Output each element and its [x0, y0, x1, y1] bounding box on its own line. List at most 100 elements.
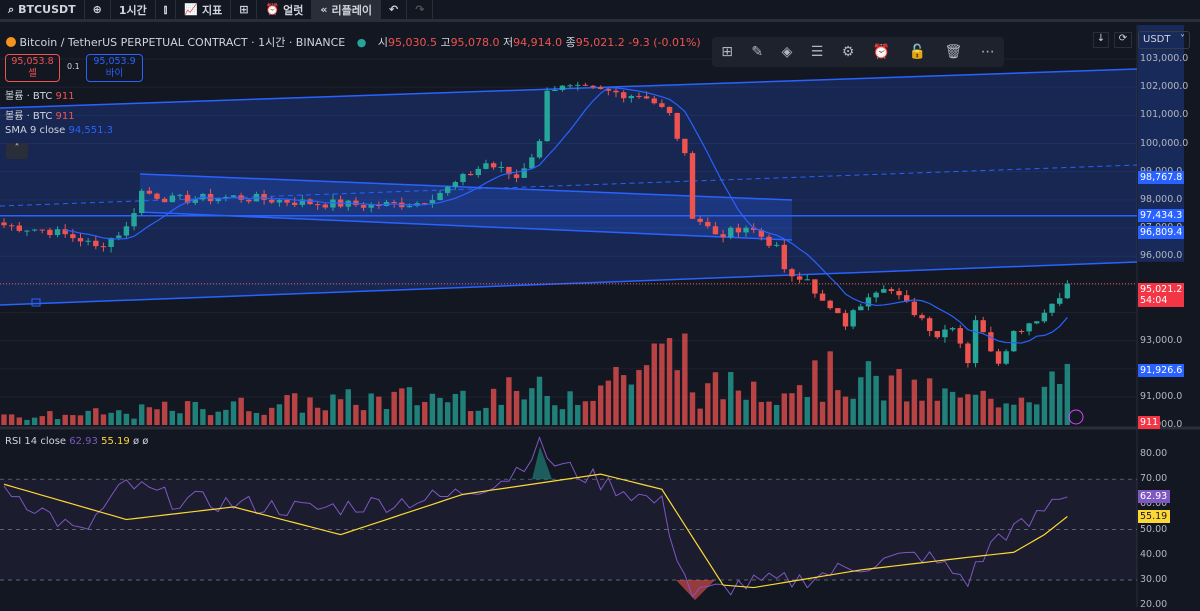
- candle: [643, 96, 650, 99]
- volume-bar: [31, 417, 38, 425]
- alert-button[interactable]: ⏰ 얼럿: [257, 0, 313, 21]
- candle: [858, 306, 864, 311]
- volume-bar: [230, 401, 237, 425]
- volume-bar: [796, 385, 803, 425]
- sell-label: 셀: [28, 68, 37, 79]
- sell-button[interactable]: 95,053.8 셀: [5, 54, 60, 82]
- candle: [819, 293, 826, 301]
- candle: [972, 320, 979, 364]
- candle: [1034, 321, 1040, 324]
- candle: [100, 246, 107, 248]
- volume-bar: [1057, 383, 1063, 425]
- candle: [804, 279, 810, 281]
- rsi-value: 62.93: [69, 436, 98, 447]
- rsi-tick: 70.00: [1140, 473, 1168, 485]
- candle: [620, 92, 627, 99]
- candle: [628, 95, 634, 99]
- chart-canvas[interactable]: [0, 25, 1200, 607]
- price-label: 98,767.8: [1138, 171, 1184, 185]
- candle: [292, 202, 298, 205]
- volume-bar: [253, 412, 260, 425]
- high-label: 고: [440, 36, 451, 49]
- volume-bar: [888, 375, 895, 425]
- volume-bar: [77, 415, 84, 425]
- volume-bar: [567, 391, 573, 425]
- currency-select[interactable]: USDT ˅: [1138, 31, 1190, 49]
- volume-bar: [934, 400, 940, 425]
- candle: [773, 244, 780, 246]
- candle: [429, 200, 436, 204]
- undo-button[interactable]: ↶: [381, 0, 408, 21]
- collapse-legend-button[interactable]: ˄: [6, 143, 28, 159]
- volume-bar: [261, 414, 267, 425]
- volume-bar: [995, 407, 1002, 425]
- close-value: 95,021.2: [575, 36, 625, 49]
- trash-icon[interactable]: 🗑: [945, 44, 963, 60]
- indicators-button[interactable]: 📈 지표: [176, 0, 232, 21]
- candle: [54, 229, 61, 235]
- candle: [445, 186, 451, 193]
- template-icon[interactable]: ⊞: [721, 44, 733, 60]
- volume-bar: [483, 407, 489, 425]
- candle: [452, 182, 459, 187]
- settings-icon[interactable]: ⚙: [842, 44, 855, 60]
- line-style-icon[interactable]: ☰: [811, 44, 824, 60]
- plus-circle-icon: ⊕: [92, 3, 102, 16]
- candle: [720, 234, 726, 238]
- price-tick: 100,000.0: [1140, 137, 1189, 149]
- volume-bar: [498, 404, 504, 425]
- chart-area[interactable]: Bitcoin / TetherUS PERPETUAL CONTRACT · …: [0, 25, 1200, 610]
- candle: [896, 291, 902, 296]
- redo-button[interactable]: ↷: [407, 0, 434, 21]
- candle: [169, 195, 175, 203]
- volume-bar: [728, 372, 734, 425]
- candle: [467, 173, 474, 176]
- candle: [1011, 331, 1017, 352]
- replay-button[interactable]: «리플레이: [312, 0, 381, 21]
- lock-icon[interactable]: 🔓: [909, 44, 926, 60]
- volume-legend-1[interactable]: 볼륨 · BTC 911: [5, 87, 75, 102]
- candle: [873, 292, 879, 298]
- candle: [712, 226, 719, 235]
- buy-button[interactable]: 95,053.9 바이: [86, 54, 143, 82]
- candle: [666, 106, 673, 114]
- volume-bar: [544, 396, 550, 425]
- volume-bar: [292, 393, 298, 425]
- reset-button[interactable]: ⟳: [1114, 32, 1132, 48]
- more-icon[interactable]: ⋯: [981, 44, 995, 60]
- candle: [16, 225, 22, 231]
- volume-legend-2[interactable]: 볼륨 · BTC 911: [5, 107, 75, 122]
- candle: [613, 90, 619, 93]
- volume-bar: [39, 416, 45, 425]
- fill-color-icon[interactable]: ◈: [782, 44, 793, 60]
- volume-bar: [24, 419, 30, 425]
- grid-icon: ⊞: [239, 3, 249, 16]
- candle: [850, 310, 856, 327]
- volume-bar: [682, 333, 688, 425]
- volume-bar: [636, 370, 642, 425]
- pencil-icon[interactable]: ✎: [751, 44, 763, 60]
- alert-add-icon[interactable]: ⏰: [873, 44, 890, 60]
- volume-bar: [299, 412, 306, 425]
- candle: [888, 289, 895, 292]
- rsi-tick: 30.00: [1140, 574, 1168, 585]
- interval-button[interactable]: 1시간: [111, 0, 156, 21]
- scroll-down-button[interactable]: ↓: [1093, 32, 1109, 48]
- volume-bar: [506, 377, 512, 425]
- candle: [475, 168, 481, 176]
- candle: [781, 244, 787, 270]
- chart-type-button[interactable]: ⫾: [156, 0, 177, 21]
- volume-bar: [184, 401, 191, 425]
- sma-legend[interactable]: SMA 9 close 94,551.3: [5, 125, 113, 136]
- rsi-legend[interactable]: RSI 14 close 62.93 55.19 ø ø: [5, 436, 148, 447]
- compare-button[interactable]: ⊕: [85, 0, 111, 21]
- volume-bar: [154, 409, 160, 425]
- rsi-tick: 80.00: [1140, 448, 1168, 459]
- candle: [567, 85, 573, 87]
- layouts-button[interactable]: ⊞: [231, 0, 258, 21]
- volume-bar: [391, 391, 397, 425]
- symbol-label: BTCUSDT: [18, 3, 76, 16]
- symbol-search[interactable]: ⌕ BTCUSDT: [0, 0, 85, 21]
- candle: [437, 192, 443, 201]
- volume-bar: [949, 391, 956, 425]
